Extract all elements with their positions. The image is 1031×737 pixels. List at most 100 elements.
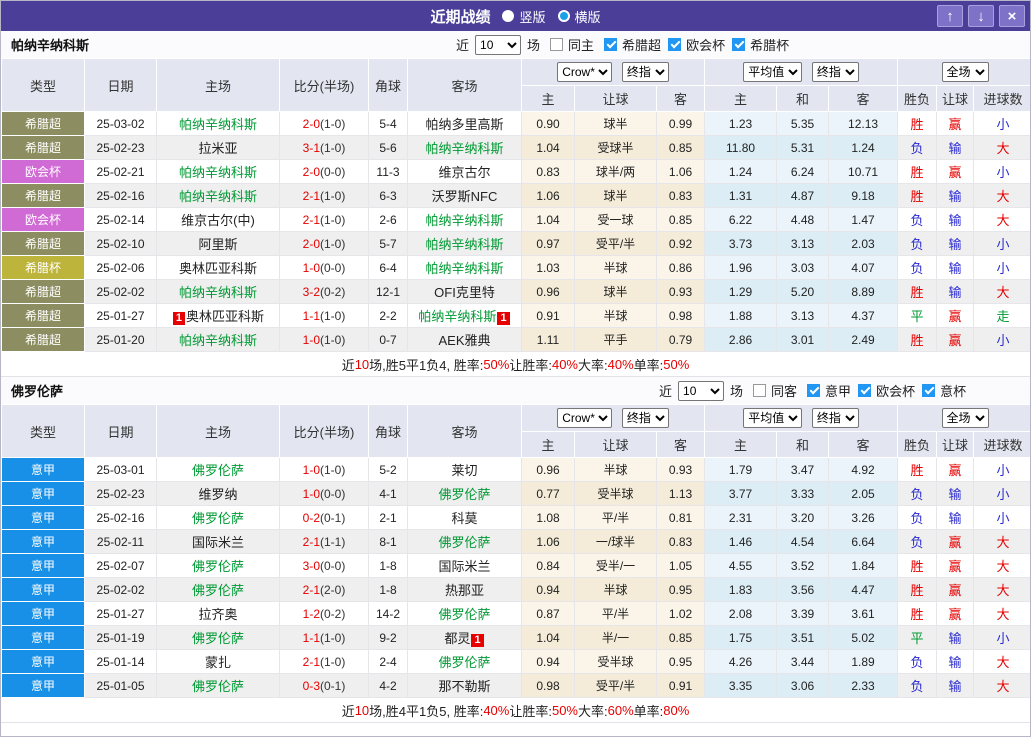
filters: 近 10 场 同主 希腊超欧会杯希腊杯 — [456, 35, 789, 55]
home-team-name: 佛罗伦萨 — [192, 463, 244, 478]
home-team-name: 阿里斯 — [198, 237, 237, 252]
away-team-cell: 都灵1 — [408, 626, 522, 650]
asian-odds-time-select[interactable]: 终指 — [622, 62, 669, 82]
euro-draw-odds: 4.48 — [777, 208, 829, 232]
result-handicap: 输 — [937, 626, 974, 650]
result-handicap: 赢 — [937, 578, 974, 602]
asian-away-odds: 0.98 — [657, 304, 705, 328]
euro-home-odds: 1.79 — [705, 458, 777, 482]
corner-count: 8-1 — [369, 530, 408, 554]
summary-text: 单率: — [634, 355, 664, 374]
asian-home-odds: 0.94 — [522, 650, 575, 674]
euro-draw-odds: 5.31 — [777, 136, 829, 160]
corner-count: 14-2 — [369, 602, 408, 626]
asian-away-odds: 0.99 — [657, 112, 705, 136]
checkbox-checked-icon — [922, 384, 935, 397]
fulltime-score: 1-1 — [303, 309, 320, 323]
layout-vertical-radio[interactable]: 竖版 — [502, 7, 545, 26]
euro-draw-odds: 3.44 — [777, 650, 829, 674]
same-venue-checkbox[interactable]: 同主 — [543, 35, 594, 54]
result-handicap: 输 — [937, 256, 974, 280]
euro-odds-source-select[interactable]: 平均值 — [743, 408, 802, 428]
summary-text: 近 — [342, 355, 355, 374]
result-wdl: 负 — [898, 506, 937, 530]
away-team-cell: 帕纳辛纳科斯 — [408, 256, 522, 280]
league-filter-checkbox[interactable]: 意甲 — [800, 381, 851, 400]
fulltime-score: 2-1 — [303, 189, 320, 203]
summary-stats: 近10场,胜4平1负5, 胜率:40% 让胜率:50% 大率:60% 单率:80… — [1, 698, 1030, 723]
euro-away-odds: 8.89 — [829, 280, 898, 304]
asian-home-odds: 1.06 — [522, 184, 575, 208]
fulltime-score: 2-0 — [303, 237, 320, 251]
summary-text: 40% — [552, 357, 578, 372]
col-result-wdl: 胜负 — [898, 432, 937, 458]
same-venue-label: 同主 — [568, 35, 594, 54]
recent-count-select[interactable]: 10 — [475, 35, 521, 55]
match-scope-select[interactable]: 全场 — [942, 408, 989, 428]
euro-odds-time-select[interactable]: 终指 — [812, 62, 859, 82]
col-result-goals: 进球数 — [974, 86, 1031, 112]
result-handicap: 赢 — [937, 602, 974, 626]
corner-count: 4-2 — [369, 674, 408, 698]
league-filter-checkbox[interactable]: 欧会杯 — [661, 35, 725, 54]
radio-unselected-icon — [502, 10, 514, 22]
euro-odds-time-select[interactable]: 终指 — [812, 408, 859, 428]
league-type-badge: 希腊超 — [2, 232, 85, 256]
league-filter-checkbox[interactable]: 意杯 — [915, 381, 966, 400]
window-title: 近期战绩 — [430, 6, 490, 27]
corner-count: 2-4 — [369, 650, 408, 674]
col-asian-handicap: 让球 — [575, 86, 657, 112]
euro-home-odds: 11.80 — [705, 136, 777, 160]
away-team-name: OFI克里特 — [434, 285, 495, 300]
euro-odds-source-select[interactable]: 平均值 — [743, 62, 802, 82]
asian-handicap: 半球 — [575, 578, 657, 602]
move-down-button[interactable]: ↓ — [968, 5, 994, 27]
asian-home-odds: 1.03 — [522, 256, 575, 280]
layout-horizontal-radio[interactable]: 横版 — [558, 7, 601, 26]
league-filter-checkbox[interactable]: 希腊杯 — [725, 35, 789, 54]
match-row: 希腊杯 25-02-06 奥林匹亚科斯 1-0(0-0) 6-4 帕纳辛纳科斯 … — [2, 256, 1031, 280]
asian-odds-controls: Crow* 终指 — [522, 59, 705, 86]
recent-matches-table: 类型 日期 主场 比分(半场) 角球 客场 Crow* 终指 平均值 终指 — [1, 404, 1031, 698]
league-filter-checkbox[interactable]: 欧会杯 — [851, 381, 915, 400]
result-wdl: 负 — [898, 674, 937, 698]
asian-handicap: 平/半 — [575, 602, 657, 626]
asian-home-odds: 0.90 — [522, 112, 575, 136]
close-button[interactable]: × — [999, 5, 1025, 27]
euro-draw-odds: 3.13 — [777, 304, 829, 328]
result-goals: 小 — [974, 232, 1031, 256]
halftime-score: (0-0) — [320, 487, 345, 501]
summary-text: 让胜率: — [509, 355, 552, 374]
move-up-button[interactable]: ↑ — [937, 5, 963, 27]
away-team-name: 帕纳多里高斯 — [425, 117, 503, 132]
asian-handicap: 球半 — [575, 184, 657, 208]
league-type-badge: 希腊杯 — [2, 256, 85, 280]
summary-stats: 近10场,胜5平1负4, 胜率:50% 让胜率:40% 大率:40% 单率:50… — [1, 352, 1030, 377]
match-scope-select[interactable]: 全场 — [942, 62, 989, 82]
odds-company-select[interactable]: Crow* — [557, 62, 612, 82]
away-team-cell: 佛罗伦萨 — [408, 602, 522, 626]
euro-away-odds: 3.61 — [829, 602, 898, 626]
halftime-score: (1-0) — [320, 141, 345, 155]
result-wdl: 胜 — [898, 160, 937, 184]
asian-home-odds: 0.94 — [522, 578, 575, 602]
col-asian-home: 主 — [522, 86, 575, 112]
home-team-name: 帕纳辛纳科斯 — [179, 333, 257, 348]
halftime-score: (1-0) — [320, 117, 345, 131]
match-date: 25-02-11 — [85, 530, 157, 554]
recent-count-select[interactable]: 10 — [678, 381, 724, 401]
match-date: 25-01-05 — [85, 674, 157, 698]
league-filter-group: 意甲欧会杯意杯 — [800, 381, 966, 400]
halftime-score: (1-0) — [320, 463, 345, 477]
result-wdl: 负 — [898, 650, 937, 674]
odds-company-select[interactable]: Crow* — [557, 408, 612, 428]
result-wdl: 平 — [898, 304, 937, 328]
asian-odds-time-select[interactable]: 终指 — [622, 408, 669, 428]
same-venue-checkbox[interactable]: 同客 — [746, 381, 797, 400]
score-cell: 1-0(0-0) — [280, 482, 369, 506]
asian-handicap: 受半球 — [575, 482, 657, 506]
euro-away-odds: 2.33 — [829, 674, 898, 698]
match-row: 意甲 25-02-16 佛罗伦萨 0-2(0-1) 2-1 科莫 1.08 平/… — [2, 506, 1031, 530]
league-filter-checkbox[interactable]: 希腊超 — [597, 35, 661, 54]
down-arrow-icon: ↓ — [977, 9, 985, 24]
